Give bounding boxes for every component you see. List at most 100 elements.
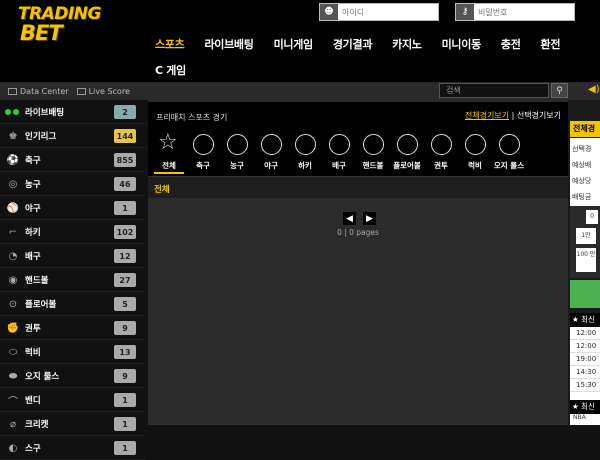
handball-icon (363, 134, 384, 155)
recent-item[interactable]: 14:30 (570, 366, 600, 379)
monitor-icon (8, 87, 17, 95)
place-bet-button[interactable] (570, 280, 600, 308)
amount-10k-button[interactable]: 1만 (576, 228, 596, 244)
sidebar-item-label: 스구 (25, 444, 41, 454)
data-center-link[interactable]: Data Center (8, 87, 69, 96)
pager: ◀ ▶ (343, 212, 383, 225)
count-badge: 27 (114, 273, 136, 287)
soccer-ball-icon: ⚽ (6, 154, 20, 166)
sports-filter-bar: 프리매치 스포츠 경기 전체경기보기 | 선택경기보기 ☆ 전체 축구 농구 야구 하키 배… (148, 102, 568, 176)
search-input[interactable]: 검색 (439, 83, 549, 98)
live-dots-icon (5, 109, 21, 115)
speaker-icon[interactable]: ◀) (588, 84, 600, 95)
baseball-icon: ⚾ (6, 202, 20, 214)
id-input[interactable] (338, 5, 438, 19)
sidebar-item-label: 축구 (25, 156, 41, 166)
nav-mini-game[interactable]: 미니게임 (274, 36, 314, 52)
monitor-icon (76, 87, 86, 95)
live-score-link[interactable]: Live Score (76, 87, 130, 96)
info-selected: 선택경 (572, 145, 592, 153)
hockey-stick-icon: ⌐ (8, 226, 18, 238)
nav-mini-move[interactable]: 미니이동 (442, 36, 482, 52)
nav-results[interactable]: 경기결과 (333, 36, 373, 52)
key-icon: ⚷ (456, 4, 474, 20)
sport-filter-volleyball[interactable]: 배구 (324, 134, 354, 174)
view-all-link[interactable]: 전체경기보기 (465, 111, 509, 120)
sidebar-item[interactable]: ♚ 인기리그 144 (0, 125, 146, 148)
aussie-rules-ball-icon: ⬬ (8, 370, 18, 382)
game-section-header: 전체 (148, 176, 568, 198)
search-icon: ⚲ (556, 85, 563, 96)
nav-deposit[interactable]: 충전 (501, 36, 521, 52)
password-input[interactable] (474, 5, 574, 19)
sport-filter-floorball[interactable]: 플로어볼 (392, 134, 422, 174)
baseball-icon (261, 134, 282, 155)
nav-c-game[interactable]: C 게임 (155, 64, 186, 77)
view-links: 전체경기보기 | 선택경기보기 (465, 110, 561, 121)
sport-filter-basketball[interactable]: 농구 (222, 134, 252, 174)
recent-item-nba[interactable]: NBA (570, 414, 600, 425)
recent-list: ★ 최신 12:00 12:00 19:00 14:30 15:30 (570, 313, 600, 403)
volleyball-icon (329, 134, 350, 155)
bet-amount-value[interactable]: 0 (586, 210, 598, 224)
prematch-title: 프리매치 스포츠 경기 (156, 113, 228, 122)
sidebar-item[interactable]: ◉ 핸드볼 27 (0, 269, 146, 292)
logo[interactable]: TRADING BET (18, 4, 133, 46)
sidebar-item[interactable]: 라이브배팅 2 (0, 101, 146, 124)
sidebar-item[interactable]: ⬭ 럭비 13 (0, 341, 146, 364)
sport-filter-hockey[interactable]: 하키 (290, 134, 320, 174)
view-selected-link[interactable]: 선택경기보기 (517, 111, 561, 120)
sport-filter-aussie-rules[interactable]: 오지 룰스 (494, 134, 524, 174)
prev-page-button[interactable]: ◀ (343, 212, 356, 225)
sidebar-item[interactable]: ✊ 권투 9 (0, 317, 146, 340)
count-badge: 1 (114, 393, 136, 407)
recent-item[interactable]: 15:30 (570, 379, 600, 392)
sidebar-item[interactable]: ◐ 스구 1 (0, 437, 146, 460)
login-id-box: ☻ (319, 3, 439, 21)
nav-sports[interactable]: 스포츠 (155, 36, 185, 52)
info-win: 예상당 (572, 177, 592, 185)
sidebar-item[interactable]: ◎ 농구 46 (0, 173, 146, 196)
sport-filter-handball[interactable]: 핸드볼 (358, 134, 388, 174)
sidebar-item[interactable]: ⚽ 축구 855 (0, 149, 146, 172)
recent-item[interactable]: 19:00 (570, 353, 600, 366)
basketball-icon (227, 134, 248, 155)
main-nav-row2: C 게임 (155, 62, 206, 78)
sidebar-item-label: 하키 (25, 228, 41, 238)
recent-item[interactable]: 12:00 (570, 327, 600, 340)
count-badge: 5 (114, 297, 136, 311)
sidebar-item[interactable]: ⌐ 하키 102 (0, 221, 146, 244)
main-content: 프리매치 스포츠 경기 전체경기보기 | 선택경기보기 ☆ 전체 축구 농구 야구 하키 배… (148, 100, 568, 425)
amount-1m-button[interactable]: 100 만 (576, 248, 596, 272)
search-button[interactable]: ⚲ (551, 83, 568, 98)
sport-filter-rugby[interactable]: 럭비 (460, 134, 490, 174)
sidebar-item[interactable]: ⚾ 야구 1 (0, 197, 146, 220)
section-title: 전체 (154, 185, 170, 195)
star-icon: ☆ (158, 130, 178, 155)
sport-filter-all-star[interactable]: ☆ 전체 (154, 130, 184, 174)
nav-live-betting[interactable]: 라이브배팅 (204, 36, 253, 52)
sport-filter-boxing[interactable]: 권투 (426, 134, 456, 174)
count-badge: 1 (114, 201, 136, 215)
boxing-glove-icon: ✊ (6, 322, 20, 334)
nav-withdraw[interactable]: 환전 (541, 36, 561, 52)
count-badge: 12 (114, 249, 136, 263)
bet-amount-controls: 0 1만 100 만 (570, 206, 600, 278)
sport-filter-baseball[interactable]: 야구 (256, 134, 286, 174)
user-icon: ☻ (320, 4, 338, 20)
sidebar-item[interactable]: ◔ 배구 12 (0, 245, 146, 268)
sidebar-item-label: 크리켓 (25, 420, 49, 430)
sidebar-item[interactable]: ⬬ 오지 룰스 9 (0, 365, 146, 388)
count-badge: 9 (114, 369, 136, 383)
sidebar-item[interactable]: ⊙ 플로어볼 5 (0, 293, 146, 316)
nav-casino[interactable]: 카지노 (392, 36, 422, 52)
trophy-icon: ♚ (8, 130, 18, 142)
bet-slip-info: 선택경 예상배 예상당 배팅금 (570, 138, 600, 206)
sidebar-item[interactable]: ⌒ 밴디 1 (0, 389, 146, 412)
sport-filter-label: 오지 룰스 (493, 161, 525, 170)
main-nav: 스포츠 라이브배팅 미니게임 경기결과 카지노 미니이동 충전 환전 (155, 36, 580, 52)
sport-filter-soccer[interactable]: 축구 (188, 134, 218, 174)
soccer-icon (193, 134, 214, 155)
next-page-button[interactable]: ▶ (363, 212, 376, 225)
recent-item[interactable]: 12:00 (570, 340, 600, 353)
